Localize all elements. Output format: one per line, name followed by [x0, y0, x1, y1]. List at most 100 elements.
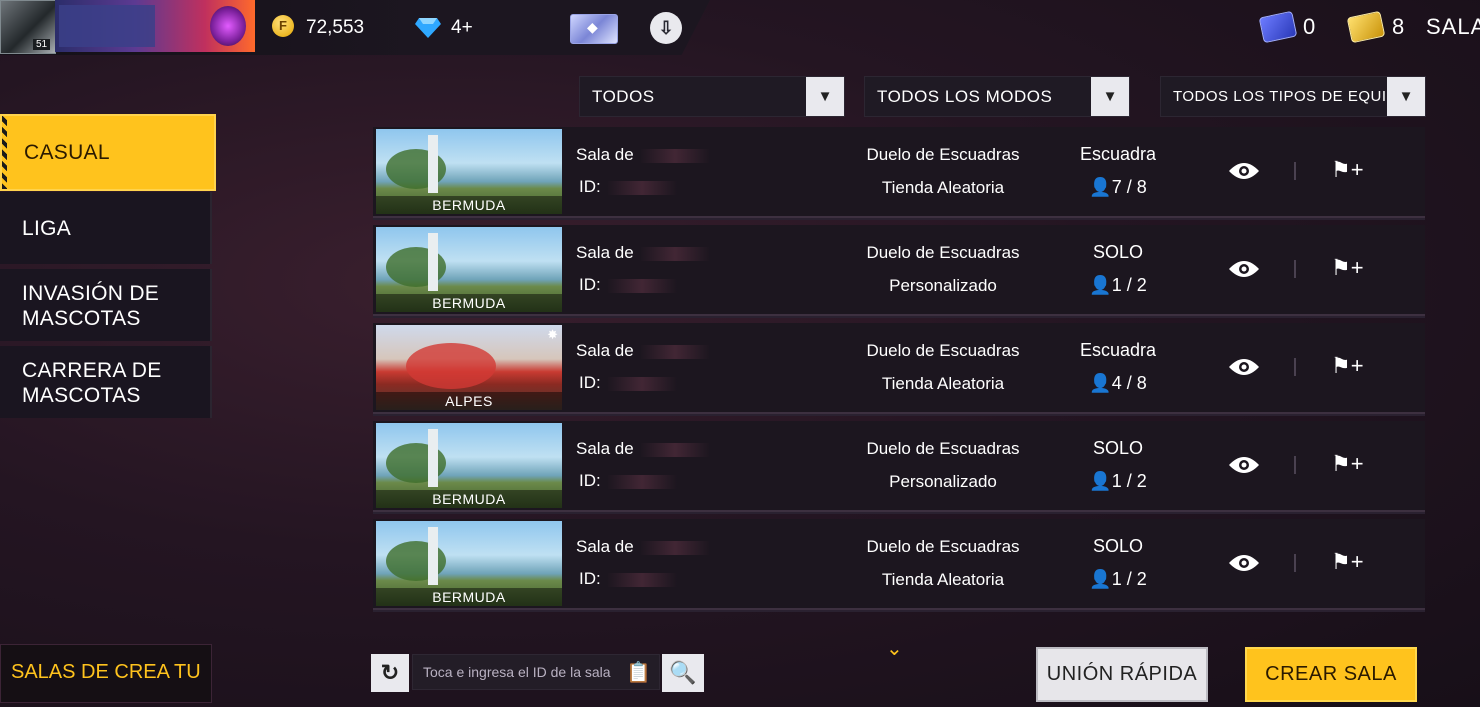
sidebar-item-carrera-mascotas[interactable]: CARRERA DE MASCOTAS	[0, 346, 212, 418]
eye-icon[interactable]	[1228, 161, 1260, 181]
redacted-text	[606, 572, 677, 587]
diamond-amount: 4+	[451, 17, 473, 38]
clipboard-icon[interactable]: 📋	[626, 660, 651, 686]
room-players-count: 1 / 2	[1111, 275, 1147, 295]
redacted-text	[606, 376, 677, 391]
room-id: ID:	[579, 177, 677, 197]
membership-card-icon[interactable]	[570, 14, 618, 44]
redacted-text	[639, 442, 710, 457]
room-store: Tienda Aleatoria	[881, 178, 1005, 197]
lighthouse-graphic	[428, 135, 438, 193]
room-row[interactable]: ✸ ALPES Sala de ID: Duelo de Escuadras T…	[373, 323, 1425, 414]
redacted-text	[639, 540, 710, 555]
sidebar-item-label: CARRERA DE MASCOTAS	[22, 359, 162, 407]
room-name: Sala de	[576, 341, 710, 361]
eye-icon[interactable]	[1228, 455, 1260, 475]
cloud-download-icon[interactable]: ⇩	[650, 12, 682, 44]
room-players-count: 4 / 8	[1111, 373, 1147, 393]
join-flag-icon[interactable]: ⚑+	[1331, 549, 1364, 579]
room-players-count: 7 / 8	[1111, 177, 1147, 197]
quick-join-button[interactable]: UNIÓN RÁPIDA	[1036, 647, 1208, 702]
lighthouse-graphic	[428, 233, 438, 291]
rank-badge-icon	[210, 6, 246, 46]
room-row[interactable]: BERMUDA Sala de ID: Duelo de Escuadras P…	[373, 225, 1425, 316]
room-id: ID:	[579, 471, 677, 491]
redacted-text	[606, 278, 677, 293]
search-button[interactable]: 🔍	[662, 654, 704, 692]
sidebar-item-liga[interactable]: LIGA	[0, 192, 212, 264]
room-players: 👤1 / 2	[1063, 275, 1173, 296]
sparkle-icon: ✸	[547, 327, 558, 342]
filter-team-types[interactable]: TODOS LOS TIPOS DE EQUIPO ▼	[1160, 76, 1426, 117]
room-name: Sala de	[576, 537, 710, 557]
room-players: 👤7 / 8	[1063, 177, 1173, 198]
filter-label: TODOS	[592, 87, 655, 106]
person-icon: 👤	[1089, 471, 1112, 491]
room-players: 👤4 / 8	[1063, 373, 1173, 394]
refresh-button[interactable]: ↻	[371, 654, 409, 692]
map-thumbnail: BERMUDA	[376, 521, 562, 606]
map-name: ALPES	[376, 392, 562, 410]
room-store: Personalizado	[889, 472, 997, 491]
sidebar-item-label: CASUAL	[24, 141, 110, 164]
room-id: ID:	[579, 373, 677, 393]
eye-icon[interactable]	[1228, 553, 1260, 573]
scroll-down-chevron-icon[interactable]: ⌄	[886, 636, 903, 661]
eye-icon[interactable]	[1228, 357, 1260, 377]
divider	[1294, 358, 1296, 376]
filter-modes[interactable]: TODOS LOS MODOS ▼	[864, 76, 1130, 117]
room-team-type: Escuadra	[1079, 340, 1157, 360]
room-row[interactable]: BERMUDA Sala de ID: Duelo de Escuadras P…	[373, 421, 1425, 512]
filter-label: TODOS LOS MODOS	[877, 87, 1053, 106]
refresh-icon: ↻	[380, 660, 400, 685]
chevron-down-icon[interactable]: ▼	[1387, 77, 1425, 116]
room-players: 👤1 / 2	[1063, 569, 1173, 590]
blue-room-card-icon	[1258, 10, 1298, 44]
eye-icon[interactable]	[1228, 259, 1260, 279]
divider	[1294, 162, 1296, 180]
redacted-text	[606, 474, 677, 489]
room-team-type: SOLO	[1092, 438, 1144, 458]
filter-all[interactable]: TODOS ▼	[579, 76, 845, 117]
room-name-text: Sala de	[576, 243, 634, 262]
join-flag-icon[interactable]: ⚑+	[1331, 353, 1364, 383]
room-name: Sala de	[576, 439, 710, 459]
redacted-text	[639, 246, 710, 261]
room-row[interactable]: BERMUDA Sala de ID: Duelo de Escuadras T…	[373, 127, 1425, 218]
room-id: ID:	[579, 275, 677, 295]
create-room-button[interactable]: CREAR SALA	[1245, 647, 1417, 702]
room-id-text: ID:	[579, 373, 601, 392]
player-name-redacted	[59, 5, 155, 47]
room-id-input[interactable]	[412, 654, 660, 690]
map-name: BERMUDA	[376, 294, 562, 312]
join-flag-icon[interactable]: ⚑+	[1331, 451, 1364, 481]
gold-amount: 72,553	[306, 17, 365, 38]
search-icon: 🔍	[669, 660, 697, 685]
room-mode: Duelo de Escuadras	[866, 243, 1020, 262]
sidebar-item-invasion-mascotas[interactable]: INVASIÓN DE MASCOTAS	[0, 269, 212, 341]
divider	[1294, 260, 1296, 278]
room-players: 👤1 / 2	[1063, 471, 1173, 492]
person-icon: 👤	[1089, 373, 1112, 393]
sidebar-item-casual[interactable]: CASUAL	[0, 114, 216, 191]
room-id-text: ID:	[579, 569, 601, 588]
chevron-down-icon[interactable]: ▼	[1091, 77, 1129, 116]
creator-rooms-banner[interactable]: SALAS DE CREA TU I	[0, 644, 212, 703]
room-mode: Duelo de Escuadras	[866, 341, 1020, 360]
avatar-level: 51	[33, 39, 51, 50]
room-mode: Duelo de Escuadras	[866, 145, 1020, 164]
room-row[interactable]: BERMUDA Sala de ID: Duelo de Escuadras T…	[373, 519, 1425, 610]
room-mode: Duelo de Escuadras	[866, 537, 1020, 556]
room-id-text: ID:	[579, 471, 601, 490]
room-mode: Duelo de Escuadras	[866, 439, 1020, 458]
chevron-down-icon[interactable]: ▼	[806, 77, 844, 116]
sidebar-item-label: INVASIÓN DE MASCOTAS	[22, 282, 160, 330]
join-flag-icon[interactable]: ⚑+	[1331, 157, 1364, 187]
player-avatar[interactable]: 51	[0, 0, 56, 54]
room-store: Personalizado	[889, 276, 997, 295]
join-flag-icon[interactable]: ⚑+	[1331, 255, 1364, 285]
redacted-text	[639, 148, 710, 163]
redacted-text	[606, 180, 677, 195]
player-banner[interactable]	[55, 0, 255, 52]
room-players-count: 1 / 2	[1111, 569, 1147, 589]
